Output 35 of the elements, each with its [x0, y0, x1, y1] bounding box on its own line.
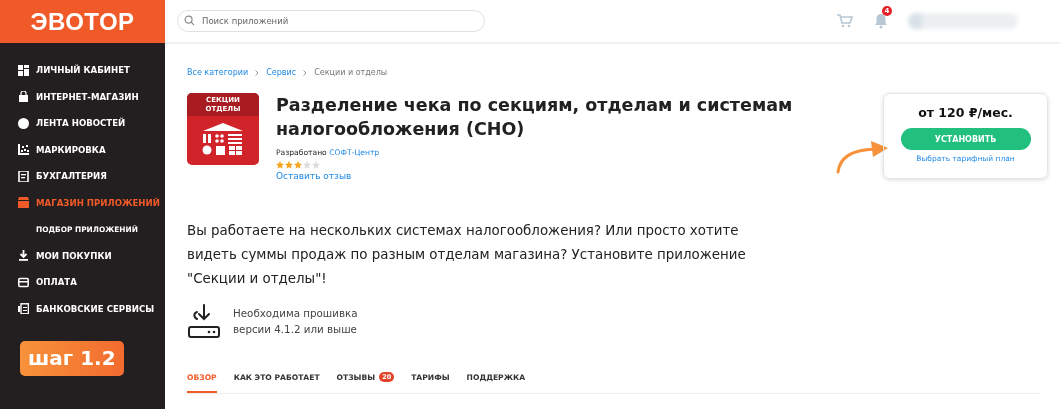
download-device-icon: [187, 303, 221, 339]
menu-item-icon: [18, 64, 29, 76]
cart-icon[interactable]: [837, 14, 853, 28]
menu-item-icon: [18, 276, 29, 288]
user-avatar[interactable]: [908, 13, 1018, 29]
menu-item-icon: [18, 250, 29, 262]
menu-item-icon: [18, 170, 29, 182]
sidebar-item[interactable]: МОИ ПОКУПКИ: [0, 242, 165, 269]
search-icon: [184, 15, 195, 26]
sidebar-item[interactable]: МАГАЗИН ПРИЛОЖЕНИЙ: [0, 189, 165, 216]
sidebar-item[interactable]: МАРКИРОВКА: [0, 136, 165, 163]
breadcrumb-link[interactable]: Все категории: [187, 68, 249, 77]
bell-icon[interactable]: [874, 13, 888, 29]
sidebar-item[interactable]: ОПЛАТА: [0, 269, 165, 296]
requirement-text: Необходима прошивка версии 4.1.2 или выше: [233, 306, 359, 337]
review-link[interactable]: Оставить отзыв: [276, 171, 352, 181]
search-field[interactable]: Поиск приложений: [177, 10, 485, 32]
sidebar-item[interactable]: БАНКОВСКИЕ СЕРВИСЫ: [0, 295, 165, 322]
menu-item-icon: [18, 117, 29, 129]
sidebar-item[interactable]: ИНТЕРНЕТ-МАГАЗИН: [0, 83, 165, 110]
app-title: Разделение чека по секциям, отделам и системам налогообложения (СНО): [276, 94, 794, 141]
description-text: Вы работаете на нескольких системах налогообложения? Или просто хотите видеть суммы продаж по разным отделам магазина? Установите приложение "Секции и отделы"!: [187, 222, 747, 288]
separator-icon: [255, 69, 260, 76]
sidebar-item[interactable]: БУХГАЛТЕРИЯ: [0, 163, 165, 190]
menu-item-icon: [18, 91, 29, 103]
sidebar-item[interactable]: ЛЕНТА НОВОСТЕЙ: [0, 110, 165, 137]
sidebar-item[interactable]: ЛИЧНЫЙ КАБИНЕТ: [0, 57, 165, 84]
menu-item-icon: [18, 197, 29, 209]
breadcrumb-link[interactable]: Сервис: [266, 68, 297, 77]
separator-icon: [303, 69, 308, 76]
menu-item-icon: [18, 303, 29, 315]
price-text: от 120 ₽/мес.: [918, 105, 1013, 120]
breadcrumb-link[interactable]: Секции и отделы: [314, 68, 388, 77]
step-badge: шаг 1.2: [20, 341, 124, 376]
menu-item-icon: [18, 144, 29, 156]
